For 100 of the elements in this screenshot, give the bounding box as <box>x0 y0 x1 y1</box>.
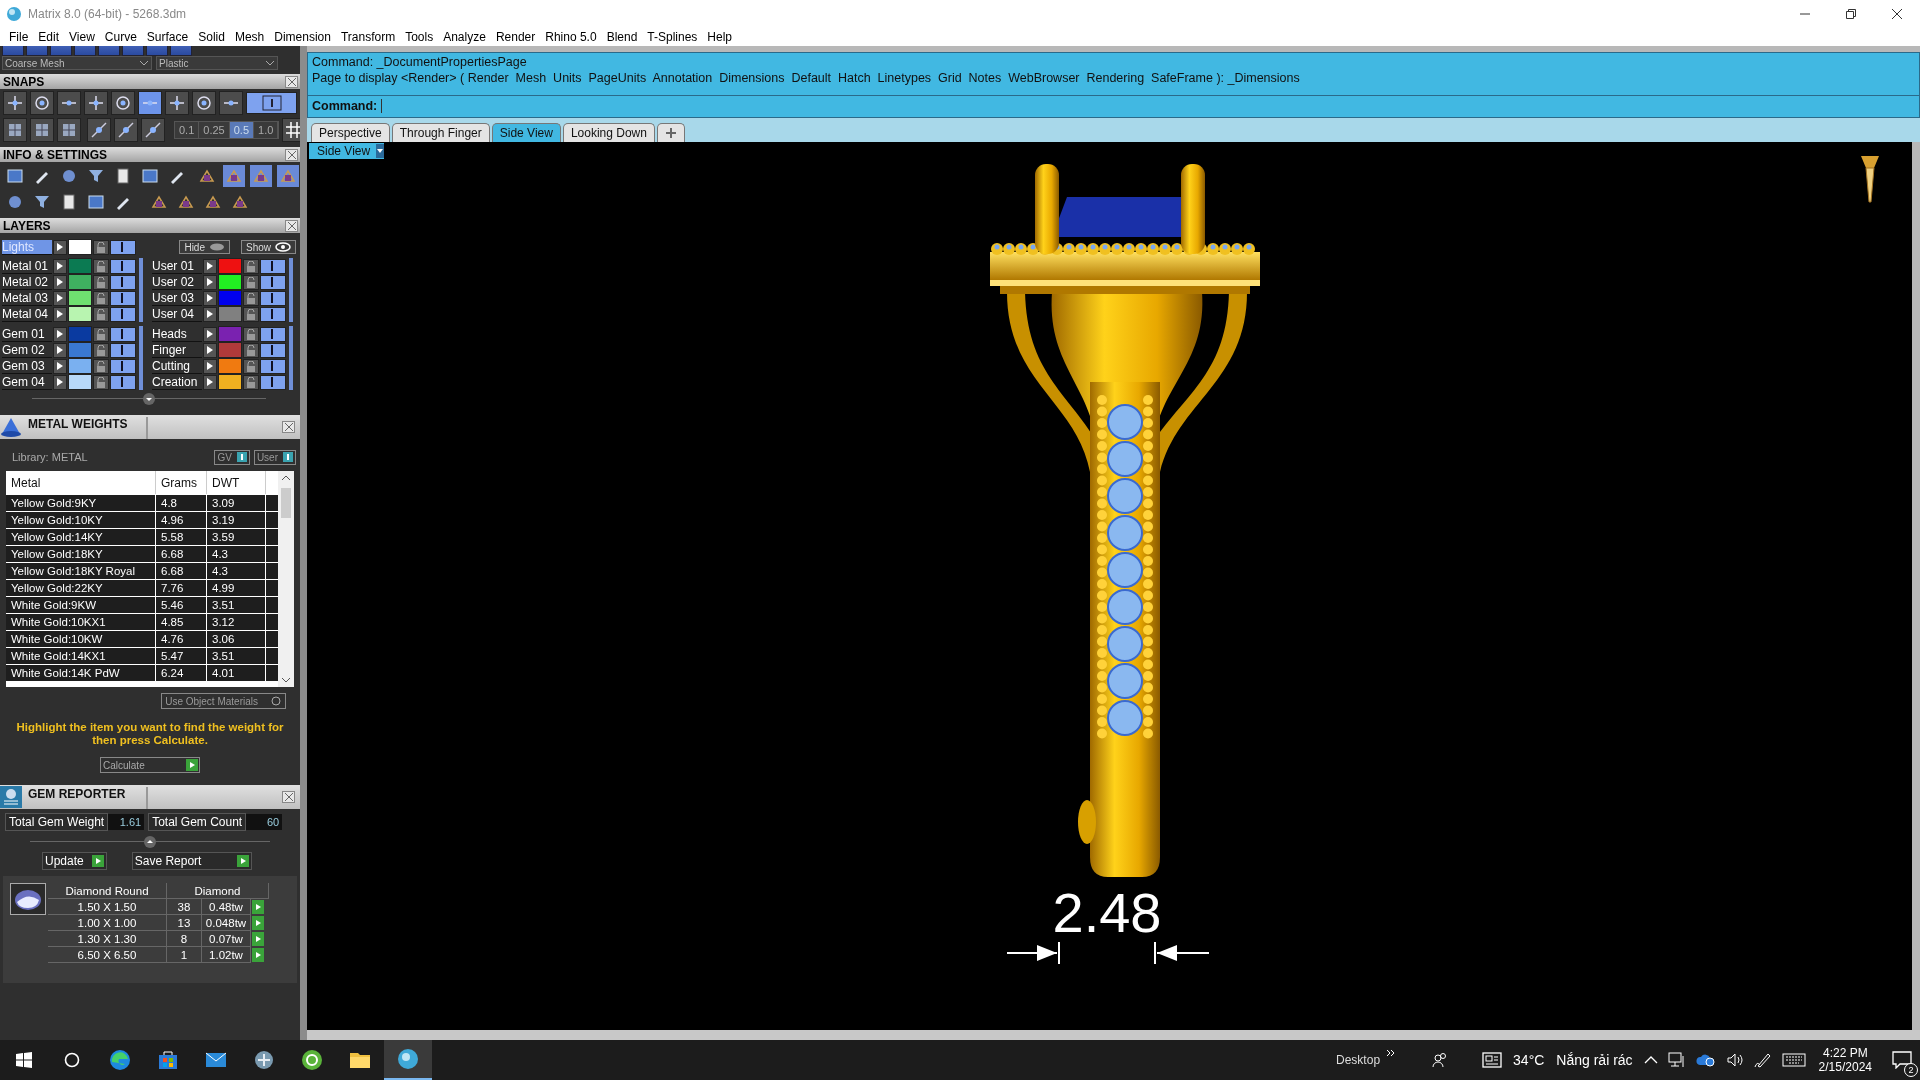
layer-toggle[interactable] <box>260 258 286 274</box>
view-tab[interactable]: Through Finger <box>391 123 490 142</box>
snap-button[interactable] <box>3 91 27 115</box>
desktop-label[interactable]: Desktop <box>1336 1053 1381 1067</box>
clock-date[interactable]: 2/15/2024 <box>1818 1060 1872 1074</box>
snap-button[interactable] <box>111 91 135 115</box>
layer-name[interactable]: Metal 04 <box>2 306 52 322</box>
view-tab[interactable]: Perspective <box>311 123 390 142</box>
snap-button[interactable] <box>138 91 162 115</box>
notification-icon[interactable] <box>1892 1051 1912 1069</box>
view-dropdown[interactable]: Side View <box>309 143 385 159</box>
color-swatch[interactable] <box>68 326 92 342</box>
layer-toggle[interactable] <box>260 342 286 358</box>
lock-button[interactable] <box>93 290 109 306</box>
menu-item[interactable]: Solid <box>193 30 230 44</box>
select-button[interactable] <box>251 931 265 947</box>
view-tab[interactable]: Side View <box>491 123 561 142</box>
layer-toggle[interactable] <box>260 358 286 374</box>
menu-item[interactable]: Blend <box>601 30 643 44</box>
close-button[interactable] <box>282 421 295 433</box>
table-cell[interactable]: 6.24 <box>156 665 207 681</box>
layer-name[interactable]: Gem 02 <box>2 342 52 358</box>
layer-toggle[interactable] <box>110 274 136 290</box>
expand-button[interactable] <box>203 326 217 342</box>
mesh-dropdown[interactable]: Coarse Mesh <box>2 56 152 70</box>
temperature[interactable]: 34°C <box>1513 1052 1545 1068</box>
snap-button[interactable] <box>84 91 108 115</box>
mode-toggle-button[interactable] <box>246 92 297 114</box>
expand-button[interactable] <box>53 274 67 290</box>
layer-toggle[interactable] <box>110 342 136 358</box>
select-button[interactable] <box>251 915 265 931</box>
expand-button[interactable] <box>203 374 217 390</box>
tool-button[interactable] <box>57 118 81 142</box>
expand-button[interactable] <box>53 239 67 255</box>
toggle-button[interactable]: GV <box>214 449 250 465</box>
layer-toggle[interactable] <box>110 326 136 342</box>
tool-button[interactable] <box>3 118 27 142</box>
select-button[interactable] <box>251 899 265 915</box>
update-button[interactable]: Update <box>42 852 107 870</box>
menu-item[interactable]: Analyze <box>438 30 491 44</box>
color-swatch[interactable] <box>218 290 242 306</box>
color-swatch[interactable] <box>218 342 242 358</box>
lock-button[interactable] <box>243 274 259 290</box>
expand-button[interactable] <box>53 374 67 390</box>
expand-button[interactable] <box>203 258 217 274</box>
lock-button[interactable] <box>243 290 259 306</box>
scroll-bar[interactable] <box>289 258 293 322</box>
view-tab[interactable]: Looking Down <box>562 123 655 142</box>
tool-button[interactable] <box>222 163 246 188</box>
chevron-up-icon[interactable] <box>1643 1056 1658 1064</box>
layer-name[interactable]: User 04 <box>152 306 202 322</box>
color-swatch[interactable] <box>218 326 242 342</box>
menu-item[interactable]: Help <box>702 30 738 44</box>
snap-button[interactable] <box>30 91 54 115</box>
layer-toggle[interactable] <box>110 306 136 322</box>
save-report-button[interactable]: Save Report <box>131 852 252 870</box>
lock-button[interactable] <box>243 342 259 358</box>
chevron-icon[interactable] <box>1386 1049 1397 1057</box>
scroll-bar[interactable] <box>278 471 294 687</box>
color-swatch[interactable] <box>218 374 242 390</box>
material-dropdown[interactable]: Plastic <box>156 56 278 70</box>
expand-button[interactable] <box>53 290 67 306</box>
layer-name[interactable]: Metal 02 <box>2 274 52 290</box>
layer-name[interactable]: Creation <box>152 374 202 390</box>
lock-button[interactable] <box>243 258 259 274</box>
layer-toggle[interactable] <box>260 326 286 342</box>
layer-name[interactable]: Finger <box>152 342 202 358</box>
menu-item[interactable]: Tools <box>400 30 439 44</box>
lock-button[interactable] <box>93 326 109 342</box>
lock-button[interactable] <box>93 274 109 290</box>
color-swatch[interactable] <box>68 274 92 290</box>
layer-name[interactable]: Gem 01 <box>2 326 52 342</box>
layer-name[interactable]: Cutting <box>152 358 202 374</box>
menu-item[interactable]: Rhino 5.0 <box>540 30 602 44</box>
layer-toggle[interactable] <box>110 374 136 390</box>
close-button[interactable] <box>285 219 298 232</box>
lock-button[interactable] <box>93 258 109 274</box>
layer-name[interactable]: Gem 04 <box>2 374 52 390</box>
snap-button[interactable] <box>57 91 81 115</box>
lock-button[interactable] <box>93 306 109 322</box>
tool-button[interactable] <box>114 118 138 142</box>
color-swatch[interactable] <box>218 274 242 290</box>
lock-button[interactable] <box>243 358 259 374</box>
lock-button[interactable] <box>93 358 109 374</box>
layer-name[interactable]: Heads <box>152 326 202 342</box>
cloud-icon[interactable] <box>1695 1053 1716 1067</box>
snap-button[interactable] <box>165 91 189 115</box>
expand-button[interactable] <box>203 290 217 306</box>
step-button[interactable]: 0.25 <box>199 122 230 138</box>
network-icon[interactable] <box>1667 1052 1686 1068</box>
lock-button[interactable] <box>93 374 109 390</box>
cone-icon[interactable] <box>1861 156 1879 203</box>
expand-button[interactable] <box>53 358 67 374</box>
menu-item[interactable]: Surface <box>141 30 194 44</box>
lock-button[interactable] <box>93 342 109 358</box>
color-swatch[interactable] <box>68 358 92 374</box>
layer-name[interactable]: User 02 <box>152 274 202 290</box>
collapse-handle[interactable] <box>143 393 155 405</box>
scroll-bar[interactable] <box>139 326 143 390</box>
expand-button[interactable] <box>203 342 217 358</box>
